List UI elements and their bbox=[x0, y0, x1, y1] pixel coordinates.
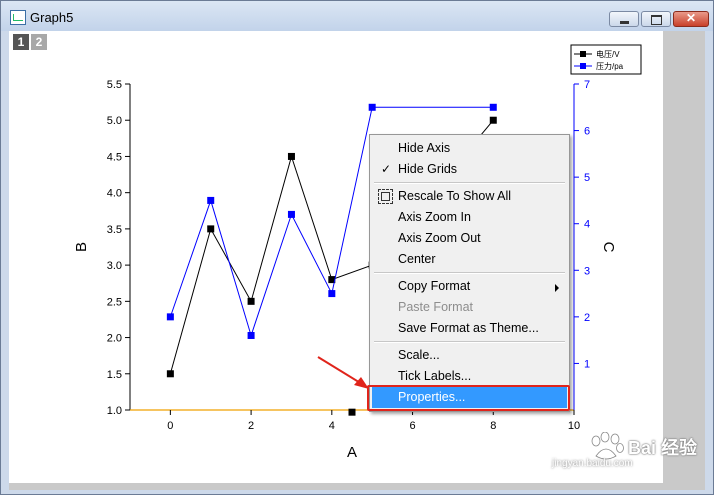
watermark-brand: Bai 经验 bbox=[628, 438, 698, 458]
annotation-arrow-layer bbox=[317, 356, 369, 389]
annotation-arrow-line bbox=[317, 356, 363, 385]
annotation-arrow-head bbox=[354, 377, 369, 389]
watermark-url: jingyan.baidu.com bbox=[552, 458, 633, 469]
